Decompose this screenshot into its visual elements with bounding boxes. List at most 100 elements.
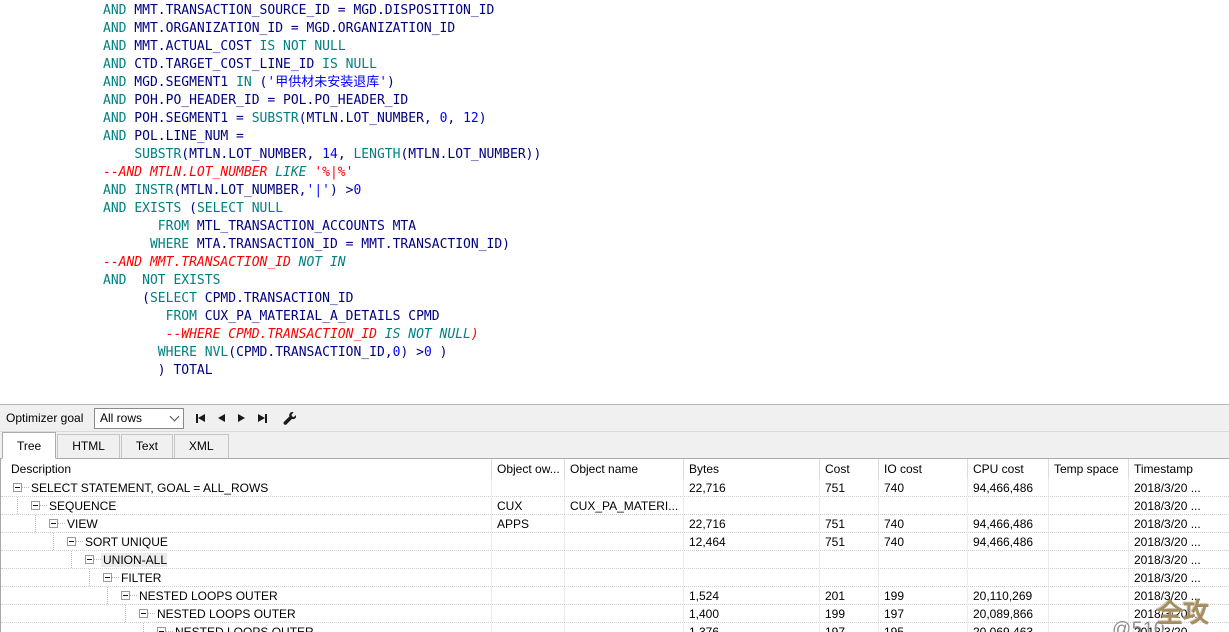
table-row[interactable]: SELECT STATEMENT, GOAL = ALL_ROWS22,7167… xyxy=(1,479,1229,497)
tab-text[interactable]: Text xyxy=(121,434,173,458)
sql-token-cmtkw: NOT IN xyxy=(299,255,346,270)
plan-step-label[interactable]: NESTED LOOPS OUTER xyxy=(155,607,296,621)
sql-token-kw: SUBSTR xyxy=(252,111,299,126)
sql-token-id: CPMD.TRANSACTION_ID xyxy=(197,291,354,306)
tree-expander-icon[interactable] xyxy=(13,483,22,492)
sql-token-kw: AND xyxy=(103,93,126,108)
sql-token-cmt: --AND MMT.TRANSACTION_ID xyxy=(103,255,299,270)
tab-tree[interactable]: Tree xyxy=(2,432,56,459)
plan-step-label[interactable]: SORT UNIQUE xyxy=(83,535,168,549)
cell-owner: APPS xyxy=(492,515,565,532)
sql-token-id: POH.PO_HEADER_ID = POL.PO_HEADER_ID xyxy=(126,93,408,108)
sql-token-kw: AND xyxy=(103,183,126,198)
column-header-owner[interactable]: Object ow... xyxy=(492,459,565,479)
cell-timestamp: 2018/3/20 ... xyxy=(1129,533,1229,550)
tree-expander-icon[interactable] xyxy=(49,519,58,528)
sql-token-id: MGD.SEGMENT1 xyxy=(126,75,236,90)
table-row[interactable]: VIEWAPPS22,71675174094,466,4862018/3/20 … xyxy=(1,515,1229,533)
plan-step-label[interactable]: NESTED LOOPS OUTER xyxy=(173,625,314,632)
cell-cpu_cost: 20,089,866 xyxy=(968,605,1049,622)
table-row[interactable]: NESTED LOOPS OUTER1,52420119920,110,2692… xyxy=(1,587,1229,605)
plan-step-label[interactable]: NESTED LOOPS OUTER xyxy=(137,589,278,603)
column-header-bytes[interactable]: Bytes xyxy=(684,459,820,479)
sql-line: WHERE MTA.TRANSACTION_ID = MMT.TRANSACTI… xyxy=(103,236,1229,254)
cell-io_cost: 740 xyxy=(879,479,968,496)
sql-token-lit: 12 xyxy=(463,111,479,126)
tree-expander-icon[interactable] xyxy=(139,609,148,618)
plan-step-label[interactable]: VIEW xyxy=(65,517,98,531)
tree-stub-line xyxy=(112,577,119,578)
tree-expander-icon[interactable] xyxy=(67,537,76,546)
sql-editor[interactable]: AND MMT.TRANSACTION_SOURCE_ID = MGD.DISP… xyxy=(0,0,1229,404)
cell-timestamp: 2018/3/20 ... xyxy=(1129,587,1229,604)
first-record-button[interactable] xyxy=(196,412,205,424)
sql-token-id xyxy=(103,345,158,360)
column-header-cost[interactable]: Cost xyxy=(820,459,879,479)
sql-line: --WHERE CPMD.TRANSACTION_ID IS NOT NULL) xyxy=(103,326,1229,344)
tree-guide-line xyxy=(143,623,144,632)
wrench-icon[interactable] xyxy=(281,411,296,426)
cell-temp_space xyxy=(1049,623,1129,632)
tree-expander-icon[interactable] xyxy=(31,501,40,510)
sql-token-id xyxy=(103,147,134,162)
triangle-left-icon xyxy=(198,414,205,422)
sql-token-id: ) xyxy=(432,345,448,360)
tree-expander-icon[interactable] xyxy=(121,591,130,600)
column-header-io_cost[interactable]: IO cost xyxy=(879,459,968,479)
cell-owner: CUX xyxy=(492,497,565,514)
cell-temp_space xyxy=(1049,497,1129,514)
sql-line: AND INSTR(MTLN.LOT_NUMBER,'|') >0 xyxy=(103,182,1229,200)
plan-step-label[interactable]: SELECT STATEMENT, GOAL = ALL_ROWS xyxy=(29,481,268,495)
cell-temp_space xyxy=(1049,533,1129,550)
sql-token-id: (MTLN.LOT_NUMBER, xyxy=(173,183,306,198)
last-record-button[interactable] xyxy=(258,412,267,424)
table-row[interactable]: SEQUENCECUXCUX_PA_MATERI...2018/3/20 ... xyxy=(1,497,1229,515)
tab-html[interactable]: HTML xyxy=(57,434,120,458)
cell-temp_space xyxy=(1049,605,1129,622)
grid-body: SELECT STATEMENT, GOAL = ALL_ROWS22,7167… xyxy=(1,479,1229,632)
plan-step-label[interactable]: SEQUENCE xyxy=(47,499,116,513)
next-record-button[interactable] xyxy=(238,412,245,424)
column-header-temp_space[interactable]: Temp space xyxy=(1049,459,1129,479)
optimizer-goal-select[interactable]: All rows xyxy=(94,408,184,429)
triangle-right-icon xyxy=(238,414,245,422)
cell-temp_space xyxy=(1049,587,1129,604)
sql-token-kw: AND xyxy=(103,273,126,288)
column-header-timestamp[interactable]: Timestamp xyxy=(1129,459,1229,479)
sql-token-lit: 0 xyxy=(353,183,361,198)
sql-token-id: MTL_TRANSACTION_ACCOUNTS MTA xyxy=(189,219,416,234)
sql-token-id: ) xyxy=(479,111,487,126)
tab-xml[interactable]: XML xyxy=(174,434,229,458)
tree-expander-icon[interactable] xyxy=(103,573,112,582)
tree-guide-line xyxy=(53,533,54,550)
sql-token-kw: SELECT xyxy=(150,291,197,306)
cell-owner xyxy=(492,605,565,622)
column-header-name[interactable]: Object name xyxy=(565,459,684,479)
tree-expander-icon[interactable] xyxy=(85,555,94,564)
cell-temp_space xyxy=(1049,569,1129,586)
cell-name xyxy=(565,533,684,550)
plan-step-label[interactable]: UNION-ALL xyxy=(101,553,167,567)
previous-record-button[interactable] xyxy=(218,412,225,424)
cell-bytes: 1,524 xyxy=(684,587,820,604)
sql-token-kw: AND xyxy=(103,21,126,36)
cell-bytes: 1,376 xyxy=(684,623,820,632)
plan-step-label[interactable]: FILTER xyxy=(119,571,161,585)
sql-token-id: , xyxy=(447,111,463,126)
table-row[interactable]: NESTED LOOPS OUTER1,37619719520,069,4632… xyxy=(1,623,1229,632)
sql-token-lit: 0 xyxy=(424,345,432,360)
sql-token-id: (MTLN.LOT_NUMBER, xyxy=(181,147,322,162)
table-row[interactable]: FILTER2018/3/20 ... xyxy=(1,569,1229,587)
sql-token-kw: WHERE xyxy=(158,345,197,360)
cell-timestamp: 2018/3/20 ... xyxy=(1129,479,1229,496)
table-row[interactable]: SORT UNIQUE12,46475174094,466,4862018/3/… xyxy=(1,533,1229,551)
table-row[interactable]: NESTED LOOPS OUTER1,40019919720,089,8662… xyxy=(1,605,1229,623)
column-header-description[interactable]: Description xyxy=(1,459,492,479)
table-row[interactable]: UNION-ALL2018/3/20 ... xyxy=(1,551,1229,569)
tree-expander-icon[interactable] xyxy=(157,627,166,632)
cell-bytes xyxy=(684,551,820,568)
sql-token-kw: EXISTS xyxy=(134,201,181,216)
record-navigation xyxy=(196,412,267,424)
cell-timestamp: 2018/3/20 ... xyxy=(1129,623,1229,632)
column-header-cpu_cost[interactable]: CPU cost xyxy=(968,459,1049,479)
